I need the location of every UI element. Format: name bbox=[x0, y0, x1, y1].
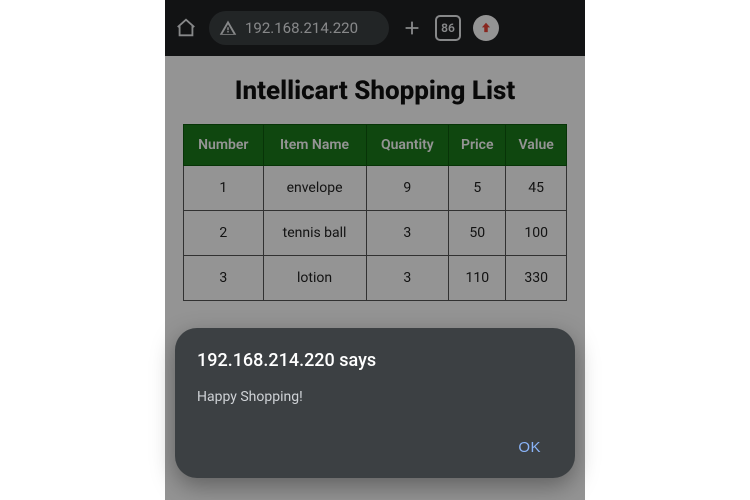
alert-ok-button[interactable]: OK bbox=[506, 431, 553, 464]
phone-viewport: 192.168.214.220 86 Intellicart Shopping … bbox=[165, 0, 585, 500]
alert-title: 192.168.214.220 says bbox=[197, 350, 553, 371]
alert-actions: OK bbox=[197, 431, 553, 464]
alert-message: Happy Shopping! bbox=[197, 389, 553, 405]
javascript-alert: 192.168.214.220 says Happy Shopping! OK bbox=[175, 328, 575, 478]
